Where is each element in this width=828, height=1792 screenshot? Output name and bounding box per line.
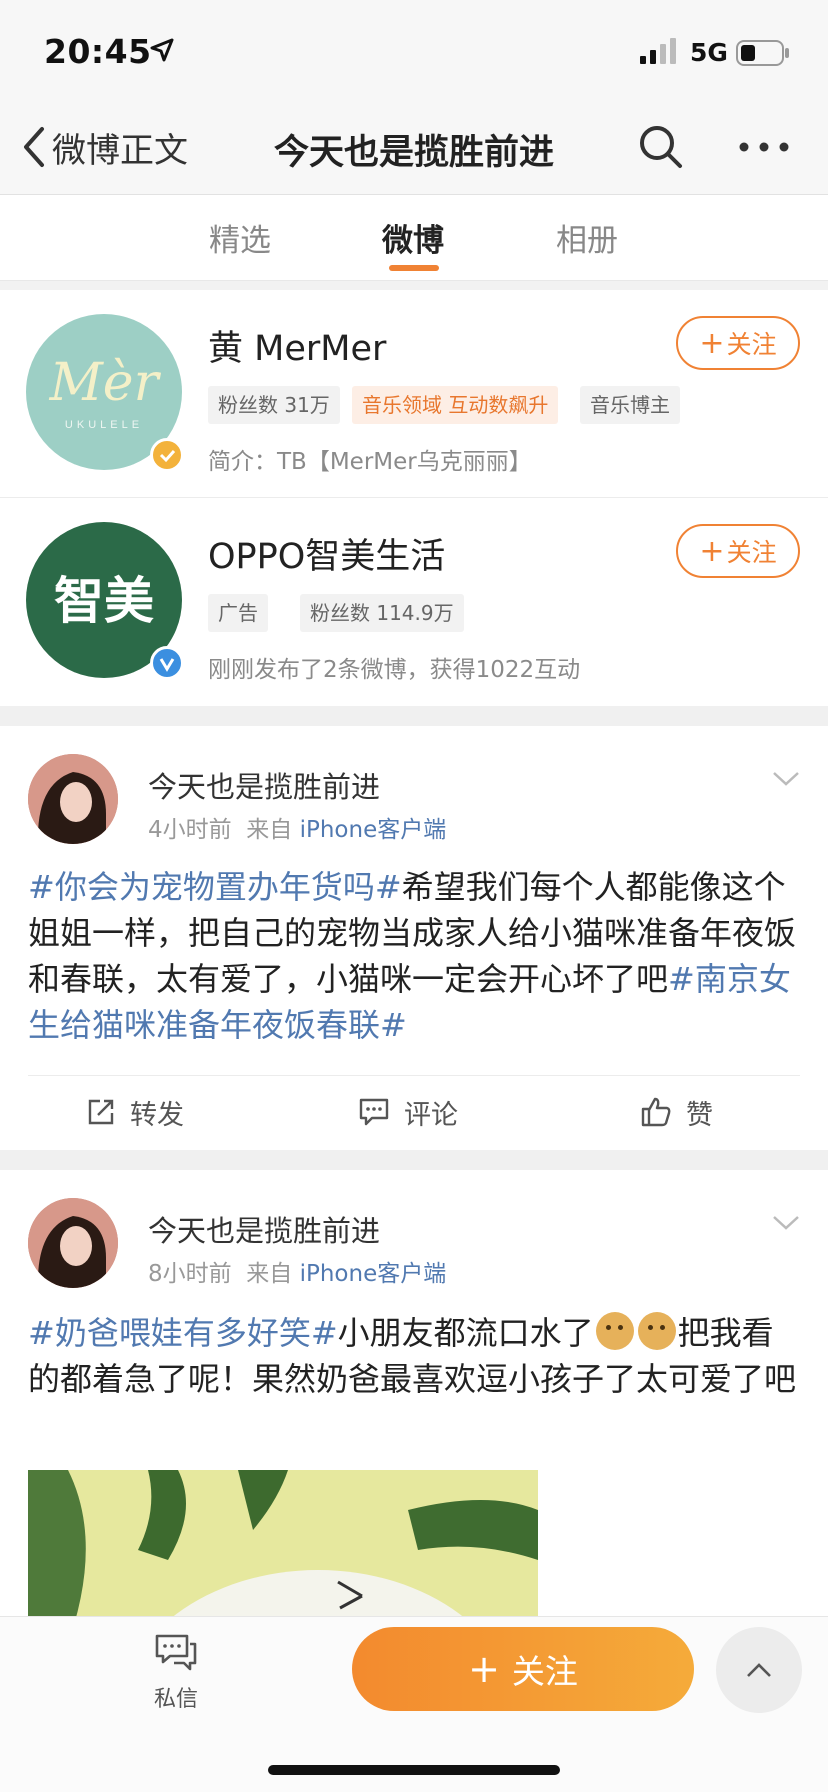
user-name[interactable]: OPPO智美生活 bbox=[208, 528, 445, 579]
divider bbox=[0, 706, 828, 726]
verified-badge-icon bbox=[150, 438, 184, 472]
back-label: 微博正文 bbox=[52, 130, 188, 171]
network-label: 5G bbox=[690, 38, 728, 67]
recommended-user-card[interactable]: 智美 OPPO智美生活 + 关注 广告 粉丝数 114.9万 刚刚发布了2条微博，… bbox=[0, 498, 828, 706]
svg-text:UKULELE: UKULELE bbox=[65, 419, 143, 431]
thumbs-up-icon bbox=[641, 1097, 671, 1127]
message-icon bbox=[155, 1634, 197, 1671]
location-arrow-icon bbox=[150, 38, 174, 62]
follow-button[interactable]: + 关注 bbox=[676, 316, 800, 370]
follow-button-main[interactable]: + 关注 bbox=[352, 1627, 694, 1711]
home-indicator bbox=[268, 1765, 560, 1775]
follow-button[interactable]: + 关注 bbox=[676, 524, 800, 578]
chevron-down-icon[interactable] bbox=[772, 770, 800, 788]
post-time: 4小时前 bbox=[148, 817, 232, 843]
signal-icon bbox=[640, 38, 676, 64]
user-description: 简介：TB【MerMer乌克丽丽】 bbox=[208, 449, 532, 475]
domain-tag: 音乐领域 互动数飙升 bbox=[352, 386, 559, 424]
divider bbox=[0, 281, 828, 290]
doge-emoji-icon bbox=[595, 1312, 634, 1350]
post-meta: 8小时前 来自 iPhone客户端 bbox=[148, 1254, 446, 1288]
post-content: #你会为宠物置办年货吗#希望我们每个人都能像这个姐姐一样，把自己的宠物当成家人给… bbox=[28, 868, 797, 1044]
tab-featured[interactable]: 精选 bbox=[209, 215, 271, 260]
avatar[interactable] bbox=[28, 754, 118, 844]
repost-icon bbox=[88, 1099, 114, 1125]
tab-weibo[interactable]: 微博 bbox=[382, 215, 444, 260]
category-tag: 音乐博主 bbox=[580, 386, 680, 424]
dm-label: 私信 bbox=[153, 1687, 198, 1712]
recommended-user-card[interactable]: Mèr UKULELE 黄 MerMer + 关注 粉丝数 31万 音乐领域 互动… bbox=[0, 290, 828, 498]
more-icon[interactable] bbox=[736, 122, 792, 172]
fans-tag: 粉丝数 114.9万 bbox=[300, 594, 464, 632]
post-author[interactable]: 今天也是揽胜前进 bbox=[148, 764, 380, 806]
plus-icon: + bbox=[699, 325, 725, 361]
post-time: 8小时前 bbox=[148, 1261, 232, 1287]
post-meta: 4小时前 来自 iPhone客户端 bbox=[148, 810, 446, 844]
ad-tag: 广告 bbox=[208, 594, 268, 632]
doge-emoji-icon bbox=[637, 1312, 676, 1350]
avatar[interactable] bbox=[28, 1198, 118, 1288]
svg-text:智美: 智美 bbox=[54, 572, 154, 630]
hashtag-link[interactable]: #奶爸喂娃有多好笑# bbox=[28, 1314, 338, 1352]
status-time: 20:45 bbox=[44, 32, 152, 71]
repost-button[interactable]: 转发 bbox=[86, 1088, 184, 1136]
weibo-post[interactable]: 今天也是揽胜前进 4小时前 来自 iPhone客户端 #你会为宠物置办年货吗#希… bbox=[0, 726, 828, 1150]
post-source[interactable]: iPhone客户端 bbox=[300, 1261, 447, 1287]
from-label: 来自 bbox=[246, 817, 293, 843]
plus-icon: + bbox=[699, 533, 725, 569]
like-button[interactable]: 赞 bbox=[640, 1088, 713, 1136]
hashtag-link[interactable]: #你会为宠物置办年货吗# bbox=[28, 868, 402, 906]
divider bbox=[28, 1075, 800, 1076]
chevron-down-icon[interactable] bbox=[772, 1214, 800, 1232]
user-name[interactable]: 黄 MerMer bbox=[208, 320, 386, 371]
battery-icon bbox=[736, 40, 789, 66]
fans-tag: 粉丝数 31万 bbox=[208, 386, 340, 424]
weibo-post-page: 20:45 5G 今天也是揽胜前进 微博正文 精选 微博 相册 Mèr UKUL… bbox=[0, 0, 828, 1792]
chevron-left-icon bbox=[24, 127, 44, 167]
post-content: #奶爸喂娃有多好笑#小朋友都流口水了 把我看的都着急了呢！果然奶爸最喜欢逗小孩子了… bbox=[28, 1312, 797, 1398]
chevron-up-icon bbox=[747, 1663, 771, 1677]
comment-icon bbox=[359, 1098, 389, 1126]
status-bar: 20:45 5G bbox=[0, 0, 828, 100]
direct-message-button[interactable]: 私信 bbox=[140, 1633, 212, 1713]
plus-icon: + bbox=[468, 1647, 500, 1691]
from-label: 来自 bbox=[246, 1261, 293, 1287]
back-button[interactable]: 微博正文 bbox=[22, 122, 188, 172]
bottom-action-bar: 私信 + 关注 bbox=[0, 1616, 828, 1792]
active-tab-indicator bbox=[389, 265, 439, 271]
nav-bar: 今天也是揽胜前进 微博正文 bbox=[0, 100, 828, 195]
svg-text:Mèr: Mèr bbox=[49, 353, 162, 413]
comment-button[interactable]: 评论 bbox=[358, 1088, 458, 1136]
tab-bar: 精选 微博 相册 bbox=[0, 195, 828, 281]
post-author[interactable]: 今天也是揽胜前进 bbox=[148, 1208, 380, 1250]
divider bbox=[0, 1150, 828, 1170]
scroll-to-top-button[interactable] bbox=[716, 1627, 802, 1713]
search-icon[interactable] bbox=[636, 122, 686, 172]
user-description: 刚刚发布了2条微博，获得1022互动 bbox=[208, 657, 581, 683]
verified-badge-icon bbox=[150, 646, 184, 680]
tab-album[interactable]: 相册 bbox=[556, 215, 618, 260]
post-source[interactable]: iPhone客户端 bbox=[300, 817, 447, 843]
